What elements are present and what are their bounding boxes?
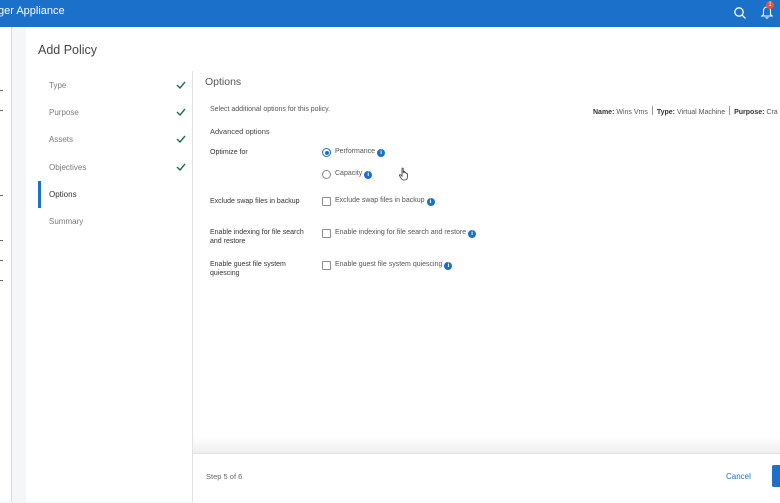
step-counter: Step 5 of 6 xyxy=(206,472,243,481)
page-title: Add Policy xyxy=(38,43,98,57)
enable-indexing-option[interactable]: Enable indexing for file search and rest… xyxy=(335,229,477,238)
notification-badge: 1 xyxy=(766,1,774,9)
purpose-value: Cra xyxy=(766,109,778,116)
step-type[interactable]: Type xyxy=(49,81,66,90)
info-icon[interactable]: i xyxy=(444,262,453,270)
step-options[interactable]: Options xyxy=(49,190,77,199)
app-title: ger Appliance xyxy=(0,5,65,17)
step-summary[interactable]: Summary xyxy=(49,217,83,226)
top-bar xyxy=(0,0,780,27)
enable-indexing-label: Enable indexing for file search and rest… xyxy=(210,229,304,245)
info-icon[interactable]: i xyxy=(364,171,373,179)
cancel-button[interactable]: Cancel xyxy=(726,472,751,481)
guest-quiescing-option[interactable]: Enable guest file system quiescing i xyxy=(335,261,453,270)
enable-indexing-checkbox[interactable] xyxy=(322,229,331,238)
info-icon[interactable]: i xyxy=(468,230,477,238)
name-value: Wins Vms xyxy=(616,109,648,116)
purpose-label: Purpose: xyxy=(734,109,765,116)
exclude-swap-option[interactable]: Exclude swap files in backup i xyxy=(335,197,435,206)
hand-cursor-icon xyxy=(399,167,408,181)
step-objectives[interactable]: Objectives xyxy=(49,163,86,172)
advanced-options-heading: Advanced options xyxy=(210,127,270,136)
step-purpose[interactable]: Purpose xyxy=(49,108,79,117)
performance-radio[interactable] xyxy=(322,148,331,157)
type-value: Virtual Machine xyxy=(676,109,726,116)
left-navigation xyxy=(0,27,12,502)
nav-marker[interactable] xyxy=(0,90,3,91)
checkmark-icon xyxy=(176,108,186,116)
guest-quiescing-label: Enable guest file system quiescing xyxy=(210,261,286,277)
capacity-option[interactable]: Capacity i xyxy=(335,170,373,179)
next-button[interactable] xyxy=(772,465,780,487)
nav-marker[interactable] xyxy=(0,195,3,196)
footer-shadow xyxy=(193,437,780,453)
exclude-swap-text: Exclude swap files in backup xyxy=(335,197,425,204)
name-label: Name: xyxy=(593,109,615,116)
info-icon[interactable]: i xyxy=(377,149,386,157)
wizard-footer xyxy=(193,453,780,503)
nav-marker[interactable] xyxy=(0,280,3,281)
capacity-label: Capacity xyxy=(335,170,363,177)
type-label: Type: xyxy=(656,109,676,116)
search-icon[interactable] xyxy=(733,6,747,20)
policy-summary: Name: Wins Vms Type: Virtual Machine Purpo… xyxy=(593,106,778,116)
checkmark-icon xyxy=(176,81,186,89)
info-icon[interactable]: i xyxy=(426,198,435,206)
checkmark-icon xyxy=(176,135,186,143)
exclude-swap-checkbox[interactable] xyxy=(322,197,331,206)
guest-quiescing-checkbox[interactable] xyxy=(322,261,331,270)
section-subtitle: Select additional options for this polic… xyxy=(210,106,331,113)
nav-marker[interactable] xyxy=(0,260,3,261)
enable-indexing-text: Enable indexing for file search and rest… xyxy=(335,229,467,236)
exclude-swap-label: Exclude swap files in backup xyxy=(210,198,300,205)
checkmark-icon xyxy=(176,163,186,171)
active-step-indicator xyxy=(38,181,41,208)
guest-quiescing-text: Enable guest file system quiescing xyxy=(335,261,443,268)
performance-label: Performance xyxy=(335,148,376,155)
optimize-for-label: Optimize for xyxy=(210,149,248,156)
performance-option[interactable]: Performance i xyxy=(335,148,386,157)
nav-marker[interactable] xyxy=(0,240,3,241)
section-title: Options xyxy=(205,76,242,88)
capacity-radio[interactable] xyxy=(322,170,331,179)
step-assets[interactable]: Assets xyxy=(49,135,73,144)
nav-marker[interactable] xyxy=(0,110,3,111)
